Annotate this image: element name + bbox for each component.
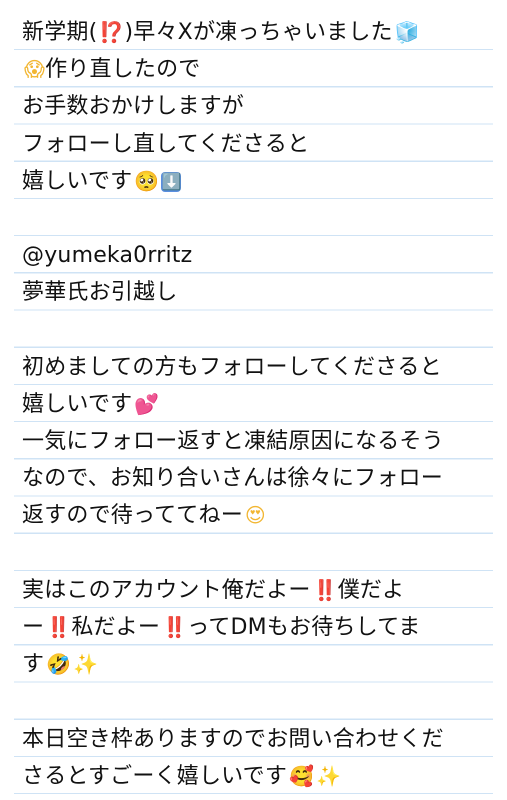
text-segment: )早々Xが凍っちゃいました bbox=[124, 20, 393, 45]
text-line: お手数おかけしますが bbox=[22, 88, 492, 125]
text-segment: 作り直したので bbox=[45, 57, 201, 83]
account-handle: @yumeka0rritz bbox=[22, 243, 193, 269]
double-exclamation-icon: ‼️ bbox=[46, 615, 72, 639]
exclamation-question-icon: ⁉️ bbox=[99, 20, 125, 44]
left-margin bbox=[0, 0, 14, 800]
text-segment: 本日空き枠ありますのでお問い合わせくだ bbox=[22, 726, 444, 752]
text-segment: 嬉しいです bbox=[22, 391, 133, 417]
sparkles-icon: ✨ bbox=[73, 652, 99, 677]
text-line: さるとすごーく嬉しいです 🥰 ✨ bbox=[22, 758, 492, 795]
text-segment: す bbox=[22, 652, 45, 678]
right-margin bbox=[493, 0, 507, 800]
text-line: フォローし直してくださると bbox=[22, 126, 492, 163]
text-segment: なので、お知り合いさんは徐々にフォロー bbox=[22, 466, 443, 492]
ice-cube-icon: 🧊 bbox=[394, 20, 420, 44]
text-segment: ー bbox=[22, 615, 45, 640]
text-segment: さるとすごーく嬉しいです bbox=[22, 763, 288, 789]
text-segment: 返すので待っててねー bbox=[22, 503, 243, 529]
text-line: 新学期(⁉️)早々Xが凍っちゃいました 🧊 bbox=[22, 14, 492, 51]
rolling-laughing-face-icon: 🤣 bbox=[46, 652, 72, 677]
text-line: す 🤣 ✨ bbox=[22, 646, 492, 683]
text-segment: 嬉しいです bbox=[22, 168, 133, 194]
text-segment: 実はこのアカウント俺だよー bbox=[22, 577, 311, 603]
text-segment: 新学期( bbox=[22, 20, 98, 45]
text-line: 本日空き枠ありますのでお問い合わせくだ bbox=[22, 721, 492, 758]
heart-eyes-face-icon: 😍 bbox=[244, 503, 266, 528]
text-line: 一気にフォロー返すと凍結原因になるそう bbox=[22, 423, 492, 460]
text-line: 初めましての方もフォローしてくださると bbox=[22, 349, 492, 386]
note-text-area[interactable]: 新学期(⁉️)早々Xが凍っちゃいました 🧊 😱作り直したので お手数おかけしますが… bbox=[22, 14, 492, 795]
double-exclamation-icon: ‼️ bbox=[162, 615, 188, 639]
screaming-face-icon: 😱 bbox=[24, 57, 46, 82]
text-segment: 初めましての方もフォローしてくださると bbox=[22, 354, 442, 380]
text-line: @yumeka0rritz bbox=[22, 237, 492, 274]
text-segment: ってDMもお待ちしてま bbox=[187, 615, 421, 640]
text-line: 嬉しいです 🥺 ⬇️ bbox=[22, 163, 492, 200]
double-exclamation-icon: ‼️ bbox=[312, 577, 338, 602]
text-segment: 僕だよ bbox=[337, 577, 405, 603]
text-segment: フォローし直してくださると bbox=[22, 131, 310, 157]
smiling-hearts-face-icon: 🥰 bbox=[289, 763, 315, 788]
text-line: 返すので待っててねー 😍 bbox=[22, 497, 492, 534]
text-line: ー ‼️私だよー ‼️ってDMもお待ちしてま bbox=[22, 609, 492, 646]
text-line: 😱作り直したので bbox=[22, 51, 492, 88]
text-segment: お手数おかけしますが bbox=[22, 94, 245, 120]
down-arrow-icon: ⬇️ bbox=[161, 171, 182, 192]
text-line: 夢華氏お引越し bbox=[22, 274, 492, 311]
text-segment: 夢華氏お引越し bbox=[22, 280, 178, 306]
text-line: なので、お知り合いさんは徐々にフォロー bbox=[22, 460, 492, 497]
text-line: 実はこのアカウント俺だよー ‼️僕だよ bbox=[22, 572, 492, 609]
text-segment: 一気にフォロー返すと凍結原因になるそう bbox=[22, 429, 444, 455]
sparkles-icon: ✨ bbox=[316, 763, 342, 788]
two-hearts-icon: 💕 bbox=[134, 391, 160, 416]
pleading-face-icon: 🥺 bbox=[134, 168, 160, 193]
text-segment: 私だよー bbox=[71, 615, 161, 640]
text-line: 嬉しいです 💕 bbox=[22, 386, 492, 423]
